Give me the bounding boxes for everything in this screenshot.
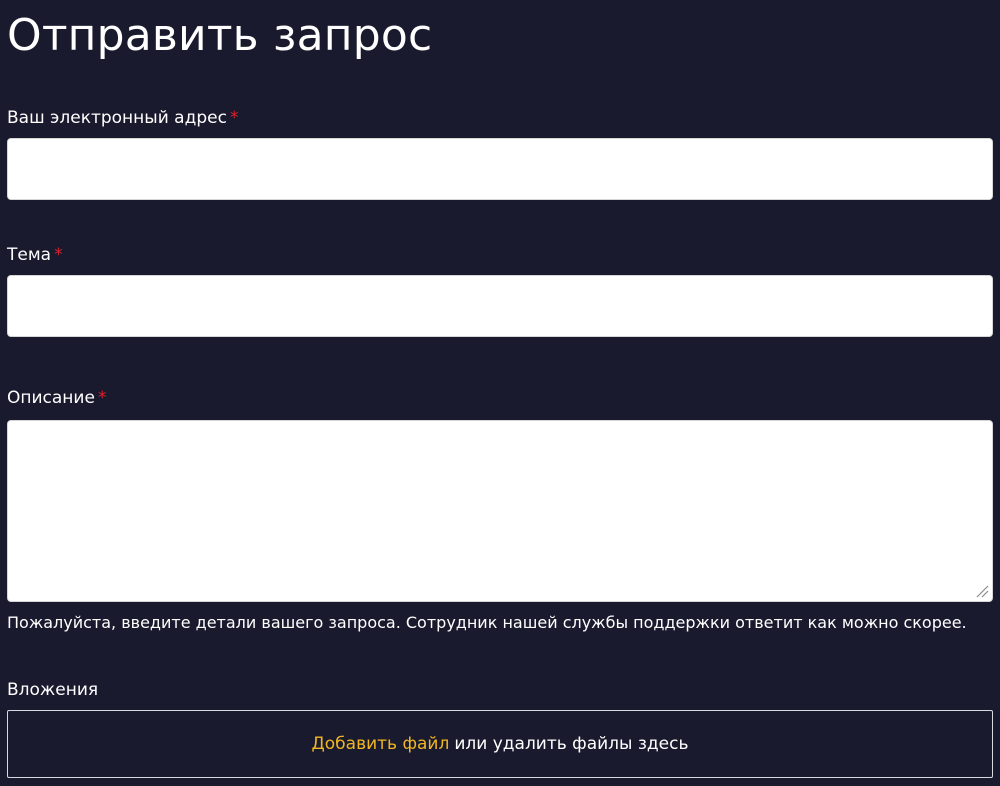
email-label: Ваш электронный адрес * — [7, 107, 238, 129]
page-title: Отправить запрос — [7, 10, 433, 61]
email-required-mark: * — [229, 108, 239, 128]
subject-label-text: Тема — [7, 245, 52, 265]
description-hint: Пожалуйста, введите детали вашего запрос… — [7, 613, 967, 632]
description-label-text: Описание — [7, 388, 95, 408]
attachments-label: Вложения — [7, 680, 99, 700]
email-label-text: Ваш электронный адрес — [7, 108, 227, 128]
email-field[interactable] — [7, 138, 993, 200]
textarea-resize-grip-icon[interactable] — [975, 584, 989, 598]
add-file-link[interactable]: Добавить файл — [312, 734, 450, 754]
subject-label: Тема * — [7, 244, 63, 266]
description-label: Описание * — [7, 387, 106, 409]
description-required-mark: * — [97, 388, 107, 408]
attachments-dropzone[interactable]: Добавить файл или удалить файлы здесь — [7, 710, 993, 778]
subject-required-mark: * — [54, 245, 63, 265]
subject-field[interactable] — [7, 275, 993, 337]
description-textarea[interactable] — [7, 420, 993, 602]
dropzone-text: или удалить файлы здесь — [454, 734, 689, 754]
